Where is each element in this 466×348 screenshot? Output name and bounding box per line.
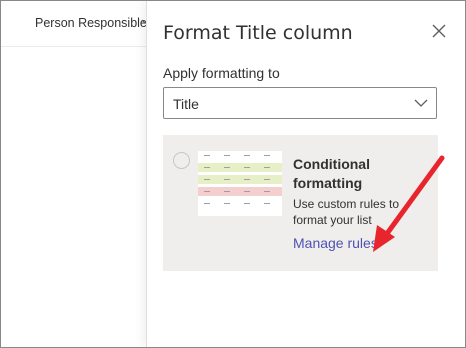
option-title: Conditional formatting xyxy=(293,156,370,191)
chevron-down-icon xyxy=(414,99,428,107)
preview-dash xyxy=(264,179,270,180)
preview-dash xyxy=(204,167,210,168)
preview-dash xyxy=(244,179,250,180)
preview-dash xyxy=(204,179,210,180)
conditional-formatting-preview xyxy=(198,151,282,216)
manage-rules-link[interactable]: Manage rules xyxy=(293,235,378,251)
preview-dash xyxy=(224,203,230,204)
preview-dash xyxy=(244,167,250,168)
preview-dash xyxy=(264,191,270,192)
preview-dash xyxy=(224,167,230,168)
column-header-label: Person Responsible xyxy=(35,16,147,30)
conditional-formatting-option[interactable]: Conditional formatting Use custom rules … xyxy=(163,135,438,271)
apply-formatting-label: Apply formatting to xyxy=(163,65,280,81)
apply-formatting-dropdown[interactable]: Title xyxy=(163,87,437,119)
preview-dash xyxy=(244,191,250,192)
preview-dash xyxy=(264,155,270,156)
dropdown-selected-value: Title xyxy=(173,96,199,112)
preview-dash xyxy=(264,167,270,168)
preview-dash xyxy=(244,203,250,204)
close-button[interactable] xyxy=(428,20,450,42)
list-area: Person Responsible xyxy=(1,1,149,347)
format-column-panel: Format Title column Apply formatting to … xyxy=(146,1,465,347)
column-header[interactable]: Person Responsible xyxy=(1,1,149,47)
preview-dash xyxy=(224,191,230,192)
close-icon xyxy=(432,24,446,38)
preview-dash xyxy=(204,203,210,204)
option-description: Use custom rules to format your list xyxy=(293,197,400,227)
preview-dash xyxy=(224,179,230,180)
preview-dash xyxy=(244,155,250,156)
panel-title: Format Title column xyxy=(163,22,353,44)
conditional-formatting-radio[interactable] xyxy=(173,152,190,169)
preview-dash xyxy=(264,203,270,204)
preview-dash xyxy=(204,191,210,192)
preview-dash xyxy=(204,155,210,156)
app-frame: Person Responsible Format Title column A… xyxy=(0,0,466,348)
preview-dash xyxy=(224,155,230,156)
